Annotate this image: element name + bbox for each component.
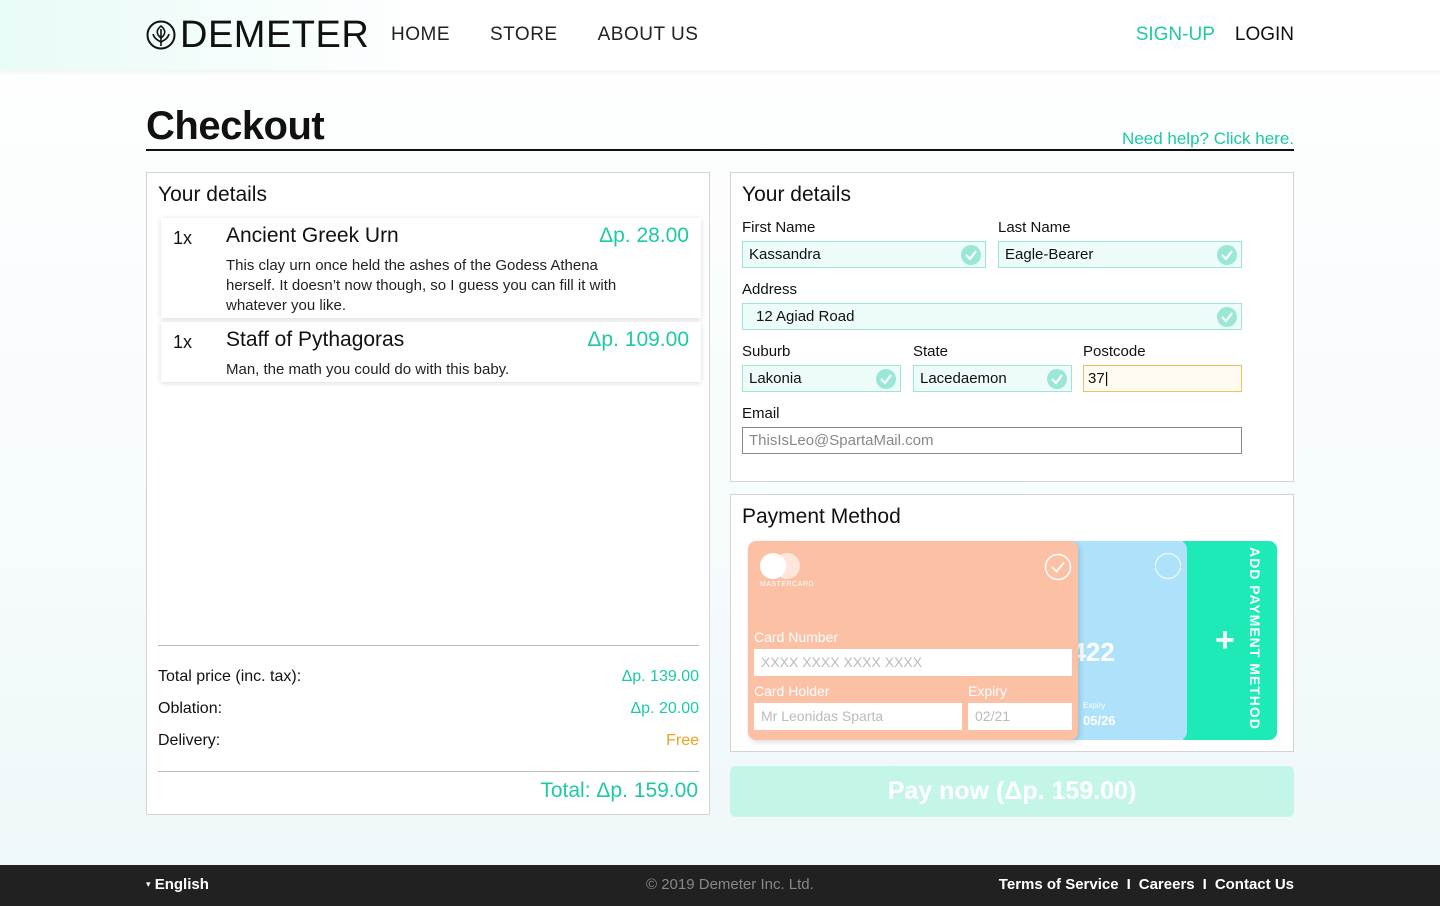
footer-separator: I — [1126, 876, 1131, 893]
first-name-label: First Name — [742, 219, 816, 236]
careers-link[interactable]: Careers — [1139, 876, 1195, 893]
oblation-value: Δp. 20.00 — [630, 700, 699, 717]
address-label: Address — [742, 281, 798, 298]
card-number-input[interactable]: XXXX XXXX XXXX XXXX — [754, 649, 1072, 676]
total-price-value: Δp. 139.00 — [621, 668, 699, 685]
order-heading: Your details — [158, 183, 267, 206]
nav-home[interactable]: HOME — [391, 24, 450, 46]
footer-links: Terms of Service I Careers I Contact Us — [999, 876, 1294, 893]
item-quantity: 1x — [173, 332, 193, 352]
nav-store[interactable]: STORE — [490, 24, 558, 46]
postcode-field[interactable]: 37| — [1083, 365, 1242, 392]
state-value: Lacedaemon — [920, 370, 1007, 387]
brand-name: DEMETER — [180, 14, 370, 56]
card-holder-label: Card Holder — [754, 683, 830, 699]
card-holder-input[interactable]: Mr Leonidas Sparta — [754, 703, 962, 730]
summary-divider — [158, 645, 699, 646]
address-value: 12 Agiad Road — [756, 308, 855, 325]
login-link[interactable]: LOGIN — [1235, 24, 1294, 46]
payment-heading: Payment Method — [742, 505, 901, 528]
total-price-label: Total price (inc. tax): — [158, 668, 302, 685]
main-nav: HOME STORE ABOUT US — [391, 24, 698, 46]
saved-card-expiry-label: Expiry — [1083, 701, 1106, 710]
signup-link[interactable]: SIGN-UP — [1136, 24, 1215, 46]
oblation-label: Oblation: — [158, 700, 223, 717]
card-number-placeholder: XXXX XXXX XXXX XXXX — [761, 654, 923, 670]
grand-total: Total: Δp. 159.00 — [540, 779, 698, 802]
select-circle-icon[interactable] — [1155, 553, 1181, 579]
delivery-value: Free — [666, 732, 699, 749]
title-divider — [146, 149, 1294, 151]
email-field[interactable]: ThisIsLeo@SpartaMail.com — [742, 427, 1242, 454]
check-circle-icon — [1217, 245, 1237, 265]
item-description: Man, the math you could do with this bab… — [226, 361, 510, 378]
order-item: 1x Ancient Greek Urn Δp. 28.00 This clay… — [161, 218, 701, 318]
language-selector[interactable]: ▾ English — [146, 876, 209, 893]
item-quantity: 1x — [173, 228, 193, 248]
address-field[interactable]: 12 Agiad Road — [742, 303, 1242, 330]
check-circle-icon — [1217, 307, 1237, 327]
details-heading: Your details — [742, 183, 851, 206]
add-payment-label: ADD PAYMENT METHOD — [1247, 547, 1263, 730]
customer-details-panel: Your details First Name Kassandra Last N… — [730, 172, 1294, 482]
total-price-row: Total price (inc. tax): Δp. 139.00 — [158, 668, 699, 686]
email-label: Email — [742, 405, 780, 422]
last-name-field[interactable]: Eagle-Bearer — [998, 241, 1242, 268]
suburb-label: Suburb — [742, 343, 791, 360]
footer-separator: I — [1202, 876, 1207, 893]
order-summary-panel: Your details 1x Ancient Greek Urn Δp. 28… — [146, 172, 710, 815]
copyright: © 2019 Demeter Inc. Ltd. — [646, 876, 814, 893]
postcode-value: 37| — [1088, 370, 1109, 387]
leaf-logo-icon — [146, 20, 176, 50]
suburb-field[interactable]: Lakonia — [742, 365, 901, 392]
item-description: This clay urn once held the ashes of the… — [226, 257, 617, 314]
email-placeholder: ThisIsLeo@SpartaMail.com — [749, 432, 934, 449]
contact-link[interactable]: Contact Us — [1215, 876, 1294, 893]
pay-now-button[interactable]: Pay now (Δp. 159.00) — [730, 766, 1294, 817]
site-footer: ▾ English © 2019 Demeter Inc. Ltd. Terms… — [0, 865, 1440, 906]
help-link[interactable]: Need help? Click here. — [1122, 129, 1294, 149]
last-name-label: Last Name — [998, 219, 1071, 236]
last-name-value: Eagle-Bearer — [1005, 246, 1094, 263]
postcode-label: Postcode — [1083, 343, 1146, 360]
caret-down-icon: ▾ — [146, 879, 151, 889]
saved-card-expiry: 05/26 — [1083, 713, 1116, 728]
item-price: Δp. 28.00 — [599, 224, 689, 247]
item-name: Ancient Greek Urn — [226, 224, 399, 247]
first-name-field[interactable]: Kassandra — [742, 241, 986, 268]
delivery-label: Delivery: — [158, 732, 221, 749]
terms-link[interactable]: Terms of Service — [999, 876, 1119, 893]
nav-about-us[interactable]: ABOUT US — [598, 24, 699, 46]
payment-method-panel: Payment Method + ADD PAYMENT METHOD 3422… — [730, 494, 1294, 752]
suburb-value: Lakonia — [749, 370, 802, 387]
language-value: English — [154, 876, 209, 893]
expiry-input[interactable]: 02/21 — [968, 703, 1072, 730]
item-name: Staff of Pythagoras — [226, 328, 405, 351]
state-field[interactable]: Lacedaemon — [913, 365, 1072, 392]
oblation-row: Oblation: Δp. 20.00 — [158, 700, 699, 718]
expiry-placeholder: 02/21 — [975, 708, 1011, 724]
check-circle-icon — [876, 369, 896, 389]
item-price: Δp. 109.00 — [587, 328, 689, 351]
order-item: 1x Staff of Pythagoras Δp. 109.00 Man, t… — [161, 322, 701, 382]
page-title: Checkout — [146, 104, 325, 148]
logo[interactable]: DEMETER — [146, 16, 369, 54]
expiry-label: Expiry — [968, 683, 1007, 699]
auth-links: SIGN-UP LOGIN — [1136, 24, 1294, 46]
delivery-row: Delivery: Free — [158, 732, 699, 750]
plus-icon: + — [1215, 621, 1235, 659]
site-header: DEMETER HOME STORE ABOUT US SIGN-UP LOGI… — [0, 0, 1440, 70]
card-brand: MASTERCARD — [760, 581, 815, 588]
check-circle-icon[interactable] — [1044, 553, 1072, 581]
add-payment-method-card[interactable]: + ADD PAYMENT METHOD — [1177, 541, 1277, 740]
state-label: State — [913, 343, 949, 360]
total-divider — [158, 771, 699, 772]
check-circle-icon — [961, 245, 981, 265]
selected-card[interactable]: MASTERCARD Card Number XXXX XXXX XXXX XX… — [748, 541, 1078, 740]
check-circle-icon — [1047, 369, 1067, 389]
card-holder-placeholder: Mr Leonidas Sparta — [761, 708, 884, 724]
card-number-label: Card Number — [754, 629, 839, 645]
first-name-value: Kassandra — [749, 246, 821, 263]
